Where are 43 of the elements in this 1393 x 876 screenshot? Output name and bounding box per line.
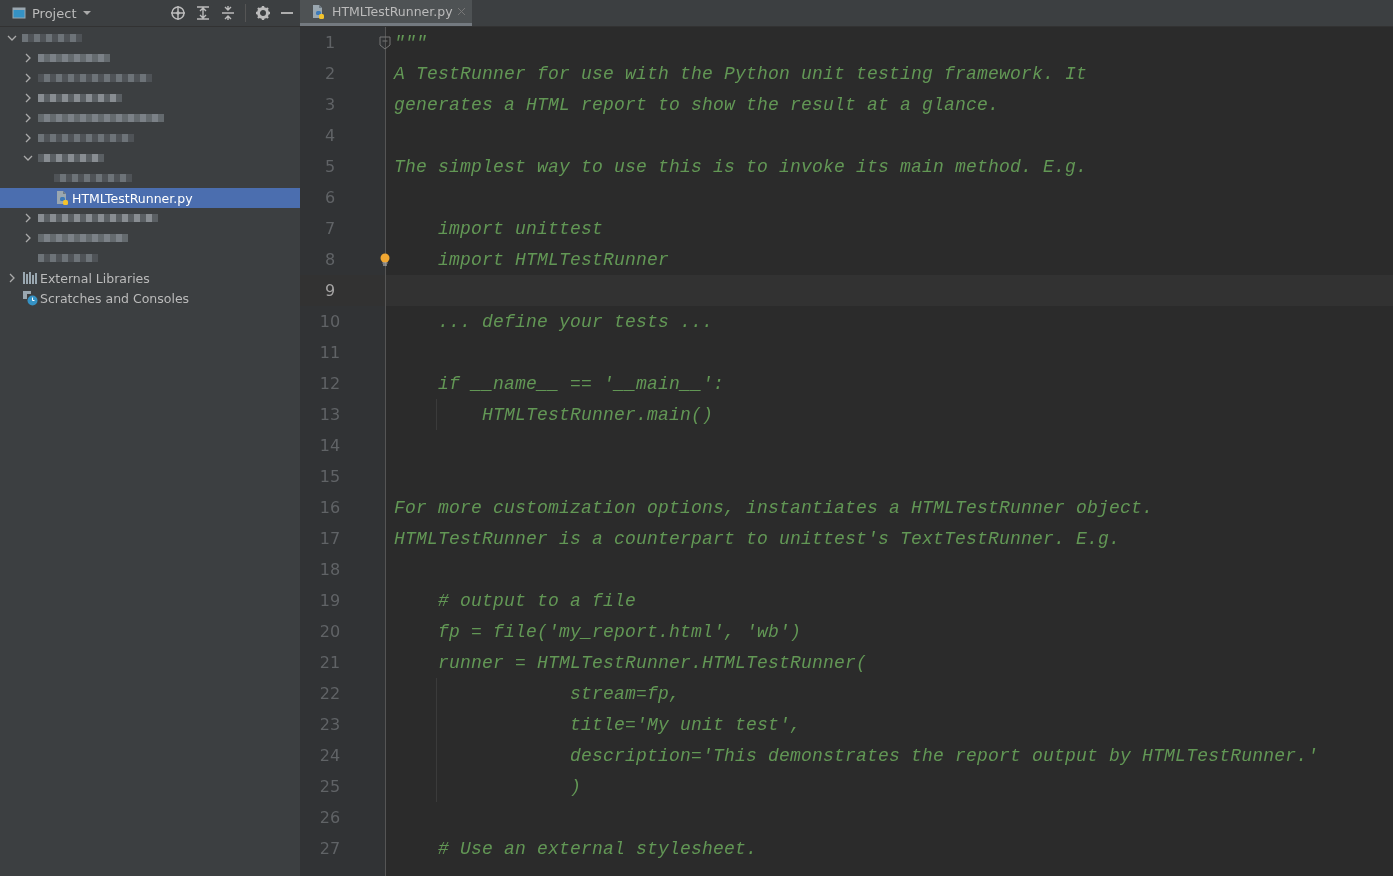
expand-all-icon[interactable] <box>195 5 211 21</box>
code-line: stream=fp, <box>569 683 681 704</box>
pixelated-label <box>22 31 82 45</box>
code-line: """ <box>394 32 427 53</box>
tree-item-label[interactable]: HTMLTestRunner.py <box>72 190 193 206</box>
target-icon[interactable] <box>170 5 186 21</box>
code-line: fp = file('my_report.html', 'wb') <box>437 621 802 642</box>
code-line: import unittest <box>437 218 604 239</box>
code-line: generates a HTML report to show the result at a glance. <box>394 94 1000 115</box>
code-line: HTMLTestRunner is a counterpart to unittest's TextTestRunner. E.g. <box>394 528 1121 549</box>
code-line: HTMLTestRunner.main() <box>481 404 714 425</box>
code-line: runner = HTMLTestRunner.HTMLTestRunner( <box>437 652 868 673</box>
library-bars-icon <box>22 270 38 286</box>
tree-item-label[interactable]: External Libraries <box>40 270 150 286</box>
code-line: if __name__ == '__main__': <box>437 373 725 394</box>
code-line: title='My unit test', <box>569 714 802 735</box>
code-line: ) <box>569 776 582 797</box>
tree-row[interactable]: Scratches and Consoles <box>0 288 300 308</box>
tree-item-label[interactable]: Scratches and Consoles <box>40 290 190 306</box>
code-line: ... define your tests ... <box>437 311 714 332</box>
settings-icon[interactable] <box>255 5 271 21</box>
selected-tree-row[interactable]: HTMLTestRunner.py <box>0 188 300 208</box>
collapse-all-icon[interactable] <box>220 5 236 21</box>
python-file-icon <box>310 3 326 20</box>
code-line: # Use an external stylesheet. <box>437 838 758 859</box>
code-line: For more customization options, instantiates a HTMLTestRunner object. <box>394 497 1154 518</box>
code-line: import HTMLTestRunner <box>437 249 670 270</box>
code-line: A TestRunner for use with the Python unit testing framework. It <box>394 63 1088 84</box>
code-line: The simplest way to use this is to invoke its main method. E.g. <box>394 156 1088 177</box>
pixelated-label <box>38 151 104 165</box>
dropdown-caret-icon[interactable] <box>82 8 93 18</box>
fold-icon[interactable] <box>377 34 393 51</box>
pixelated-label <box>38 251 98 265</box>
pixelated-label <box>38 51 110 65</box>
project-window-icon <box>12 6 26 20</box>
tree-row[interactable]: External Libraries <box>0 268 300 288</box>
python-file-icon <box>54 190 70 206</box>
code-line: description='This demonstrates the report output by HTMLTestRunner.' <box>569 745 1319 766</box>
panel-title[interactable]: Project <box>32 5 77 21</box>
code-line: # output to a file <box>437 590 637 611</box>
line-number: 9 <box>323 281 337 300</box>
scratch-clock-icon <box>22 290 38 306</box>
editor-tab[interactable]: HTMLTestRunner.py <box>300 0 472 26</box>
